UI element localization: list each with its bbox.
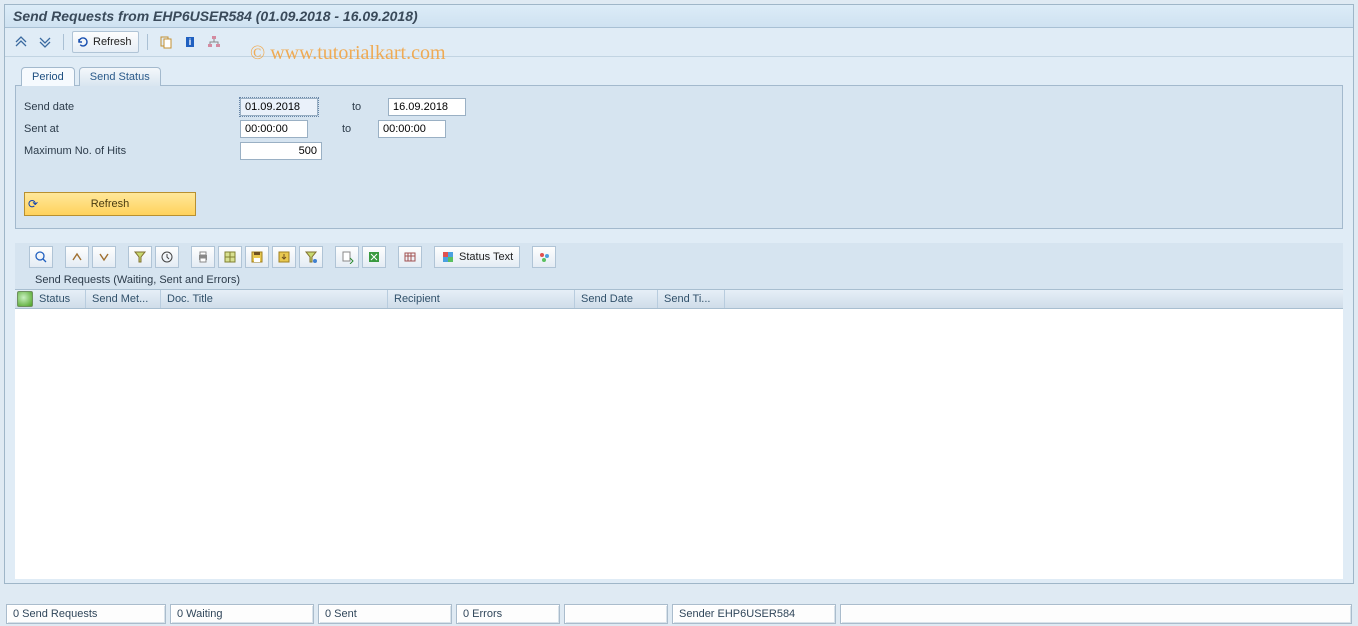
col-send-date[interactable]: Send Date: [575, 290, 658, 308]
col-recipient[interactable]: Recipient: [388, 290, 575, 308]
svg-text:i: i: [188, 37, 191, 47]
send-date-from-input[interactable]: [240, 98, 318, 116]
col-send-method[interactable]: Send Met...: [86, 290, 161, 308]
alv-sort-desc-icon[interactable]: [92, 246, 116, 268]
copy-icon[interactable]: [156, 32, 176, 52]
separator: [147, 34, 148, 50]
status-spacer: [840, 604, 1352, 624]
status-blank: [564, 604, 668, 624]
grid-select-all-icon[interactable]: [17, 291, 33, 307]
alv-export-icon[interactable]: [335, 246, 359, 268]
max-hits-input[interactable]: [240, 142, 322, 160]
app-toolbar: Refresh i: [5, 28, 1353, 57]
label-max-hits: Maximum No. of Hits: [24, 145, 240, 157]
tab-send-status-label: Send Status: [90, 71, 150, 83]
alv-save-icon[interactable]: [245, 246, 269, 268]
col-doc-title[interactable]: Doc. Title: [161, 290, 388, 308]
alv-legend-icon[interactable]: [532, 246, 556, 268]
hierarchy-icon[interactable]: [204, 32, 224, 52]
tab-send-status[interactable]: Send Status: [79, 67, 161, 86]
page-title: Send Requests from EHP6USER584 (01.09.20…: [13, 8, 418, 24]
sent-at-to-input[interactable]: [378, 120, 446, 138]
info-icon[interactable]: i: [180, 32, 200, 52]
refresh-row: ⟳ Refresh: [24, 192, 1334, 220]
refresh-big-button[interactable]: ⟳ Refresh: [24, 192, 196, 216]
tab-period[interactable]: Period: [21, 67, 75, 86]
grid-body-empty: [15, 309, 1343, 579]
status-errors: 0 Errors: [456, 604, 560, 624]
tab-strip: Period Send Status: [15, 67, 1343, 86]
row-send-date: Send date to: [24, 96, 1334, 118]
alv-status-text-label: Status Text: [459, 251, 513, 263]
alv-area: Status Text Send Requests (Waiting, Sent…: [15, 243, 1343, 579]
label-sent-at: Sent at: [24, 123, 240, 135]
content-area: Period Send Status Send date to Sent at …: [5, 57, 1353, 583]
grid-header: Status Send Met... Doc. Title Recipient …: [15, 289, 1343, 309]
alv-subtitle: Send Requests (Waiting, Sent and Errors): [25, 271, 1343, 289]
row-sent-at: Sent at to: [24, 118, 1334, 140]
alv-print-icon[interactable]: [191, 246, 215, 268]
alv-status-text-button[interactable]: Status Text: [434, 246, 520, 268]
separator: [63, 34, 64, 50]
alv-filter-icon[interactable]: [128, 246, 152, 268]
sent-at-from-input[interactable]: [240, 120, 308, 138]
title-bar: Send Requests from EHP6USER584 (01.09.20…: [5, 5, 1353, 28]
tab-content-period: Send date to Sent at to Maximum No. of H…: [15, 85, 1343, 229]
refresh-button-label: Refresh: [93, 36, 132, 48]
col-send-time[interactable]: Send Ti...: [658, 290, 725, 308]
deselect-block-icon[interactable]: [35, 32, 55, 52]
label-send-date: Send date: [24, 101, 240, 113]
col-status[interactable]: Status: [33, 290, 86, 308]
status-waiting: 0 Waiting: [170, 604, 314, 624]
label-to-1: to: [352, 101, 378, 113]
send-date-to-input[interactable]: [388, 98, 466, 116]
alv-excel-icon[interactable]: [218, 246, 242, 268]
alv-toolbar: Status Text: [25, 243, 1343, 271]
alv-clock-icon[interactable]: [155, 246, 179, 268]
alv-layout-icon[interactable]: [398, 246, 422, 268]
status-text-icon: [441, 250, 455, 264]
status-sender: Sender EHP6USER584: [672, 604, 836, 624]
refresh-big-icon: ⟳: [28, 197, 38, 211]
alv-load-icon[interactable]: [272, 246, 296, 268]
tab-period-label: Period: [32, 71, 64, 83]
refresh-big-label: Refresh: [91, 198, 130, 210]
select-block-icon[interactable]: [11, 32, 31, 52]
status-sent: 0 Sent: [318, 604, 452, 624]
refresh-button[interactable]: Refresh: [72, 31, 139, 53]
alv-sort-asc-icon[interactable]: [65, 246, 89, 268]
alv-spreadsheet-icon[interactable]: [362, 246, 386, 268]
app-window: Send Requests from EHP6USER584 (01.09.20…: [4, 4, 1354, 584]
alv-details-icon[interactable]: [29, 246, 53, 268]
status-send-requests: 0 Send Requests: [6, 604, 166, 624]
alv-filter2-icon[interactable]: [299, 246, 323, 268]
label-to-2: to: [342, 123, 368, 135]
row-max-hits: Maximum No. of Hits: [24, 140, 1334, 162]
status-bar: 0 Send Requests 0 Waiting 0 Sent 0 Error…: [6, 604, 1352, 624]
refresh-icon: [76, 35, 90, 49]
